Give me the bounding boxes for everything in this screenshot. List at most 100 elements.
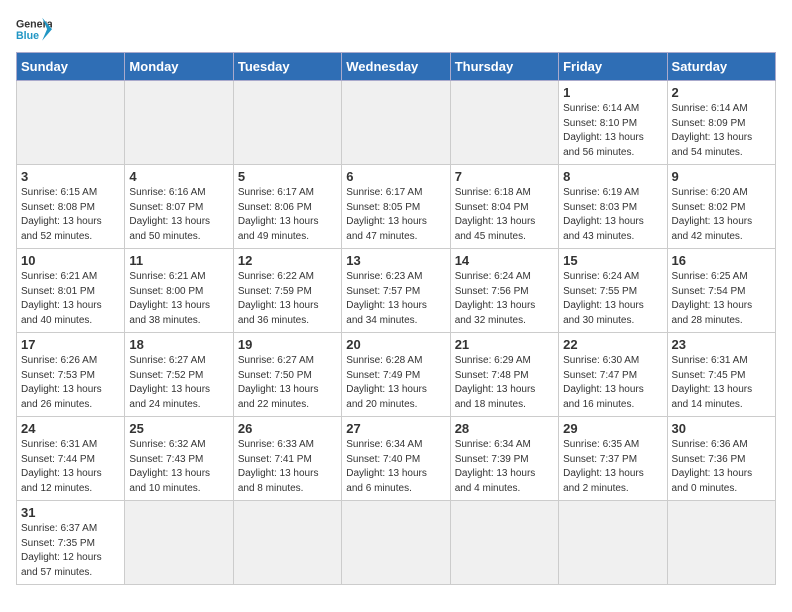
day-info: Sunrise: 6:37 AM Sunset: 7:35 PM Dayligh… <box>21 522 120 580</box>
day-number: 26 <box>238 421 337 436</box>
calendar-cell <box>450 81 558 165</box>
calendar-cell: 14Sunrise: 6:24 AM Sunset: 7:56 PM Dayli… <box>450 249 558 333</box>
col-header-wednesday: Wednesday <box>342 53 450 81</box>
calendar-cell: 31 Sunrise: 6:37 AM Sunset: 7:35 PM Dayli… <box>17 501 125 585</box>
calendar-cell: 13Sunrise: 6:23 AM Sunset: 7:57 PM Dayli… <box>342 249 450 333</box>
calendar-cell: 20 Sunrise: 6:28 AM Sunset: 7:49 PM Dayli… <box>342 333 450 417</box>
day-number: 27 <box>346 421 445 436</box>
calendar-cell: 16Sunrise: 6:25 AM Sunset: 7:54 PM Dayli… <box>667 249 775 333</box>
day-info: Sunrise: 6:21 AM Sunset: 8:01 PM Dayligh… <box>21 270 120 328</box>
calendar-week-5: 24Sunrise: 6:31 AM Sunset: 7:44 PM Dayli… <box>17 417 776 501</box>
col-header-thursday: Thursday <box>450 53 558 81</box>
calendar-cell: 4Sunrise: 6:16 AM Sunset: 8:07 PM Daylig… <box>125 165 233 249</box>
day-number: 29 <box>563 421 662 436</box>
day-number: 15 <box>563 253 662 268</box>
calendar-week-1: 1Sunrise: 6:14 AM Sunset: 8:10 PM Daylig… <box>17 81 776 165</box>
svg-text:Blue: Blue <box>16 30 39 42</box>
calendar-cell: 12Sunrise: 6:22 AM Sunset: 7:59 PM Dayli… <box>233 249 341 333</box>
calendar-cell: 21 Sunrise: 6:29 AM Sunset: 7:48 PM Dayli… <box>450 333 558 417</box>
calendar-cell: 18 Sunrise: 6:27 AM Sunset: 7:52 PM Dayli… <box>125 333 233 417</box>
col-header-saturday: Saturday <box>667 53 775 81</box>
calendar-cell <box>450 501 558 585</box>
calendar-week-6: 31 Sunrise: 6:37 AM Sunset: 7:35 PM Dayli… <box>17 501 776 585</box>
col-header-tuesday: Tuesday <box>233 53 341 81</box>
day-number: 10 <box>21 253 120 268</box>
day-info: Sunrise: 6:28 AM Sunset: 7:49 PM Dayligh… <box>346 354 445 412</box>
page-header: General Blue <box>16 16 776 44</box>
day-info: Sunrise: 6:18 AM Sunset: 8:04 PM Dayligh… <box>455 186 554 244</box>
day-number: 30 <box>672 421 771 436</box>
calendar-cell: 27 Sunrise: 6:34 AM Sunset: 7:40 PM Dayli… <box>342 417 450 501</box>
day-info: Sunrise: 6:23 AM Sunset: 7:57 PM Dayligh… <box>346 270 445 328</box>
day-number: 8 <box>563 169 662 184</box>
day-number: 3 <box>21 169 120 184</box>
calendar-cell <box>125 501 233 585</box>
calendar-cell <box>17 81 125 165</box>
calendar-cell <box>667 501 775 585</box>
col-header-monday: Monday <box>125 53 233 81</box>
day-number: 28 <box>455 421 554 436</box>
day-number: 9 <box>672 169 771 184</box>
day-number: 16 <box>672 253 771 268</box>
day-number: 11 <box>129 253 228 268</box>
day-info: Sunrise: 6:14 AM Sunset: 8:09 PM Dayligh… <box>672 102 771 160</box>
calendar-cell: 1Sunrise: 6:14 AM Sunset: 8:10 PM Daylig… <box>559 81 667 165</box>
day-info: Sunrise: 6:24 AM Sunset: 7:55 PM Dayligh… <box>563 270 662 328</box>
day-info: Sunrise: 6:27 AM Sunset: 7:50 PM Dayligh… <box>238 354 337 412</box>
calendar-cell: 9Sunrise: 6:20 AM Sunset: 8:02 PM Daylig… <box>667 165 775 249</box>
calendar-cell: 30Sunrise: 6:36 AM Sunset: 7:36 PM Dayli… <box>667 417 775 501</box>
day-number: 25 <box>129 421 228 436</box>
day-info: Sunrise: 6:30 AM Sunset: 7:47 PM Dayligh… <box>563 354 662 412</box>
day-number: 20 <box>346 337 445 352</box>
day-info: Sunrise: 6:35 AM Sunset: 7:37 PM Dayligh… <box>563 438 662 496</box>
day-number: 1 <box>563 85 662 100</box>
calendar-cell: 19 Sunrise: 6:27 AM Sunset: 7:50 PM Dayli… <box>233 333 341 417</box>
calendar-cell <box>342 81 450 165</box>
col-header-sunday: Sunday <box>17 53 125 81</box>
calendar-cell: 17 Sunrise: 6:26 AM Sunset: 7:53 PM Dayli… <box>17 333 125 417</box>
day-info: Sunrise: 6:34 AM Sunset: 7:40 PM Dayligh… <box>346 438 445 496</box>
day-number: 22 <box>563 337 662 352</box>
day-number: 19 <box>238 337 337 352</box>
day-info: Sunrise: 6:33 AM Sunset: 7:41 PM Dayligh… <box>238 438 337 496</box>
calendar-cell <box>233 501 341 585</box>
day-number: 17 <box>21 337 120 352</box>
calendar-cell: 28 Sunrise: 6:34 AM Sunset: 7:39 PM Dayli… <box>450 417 558 501</box>
day-number: 31 <box>21 505 120 520</box>
day-info: Sunrise: 6:17 AM Sunset: 8:05 PM Dayligh… <box>346 186 445 244</box>
calendar-week-3: 10 Sunrise: 6:21 AM Sunset: 8:01 PM Dayli… <box>17 249 776 333</box>
day-number: 4 <box>129 169 228 184</box>
day-info: Sunrise: 6:29 AM Sunset: 7:48 PM Dayligh… <box>455 354 554 412</box>
generalblue-logo-icon: General Blue <box>16 16 52 44</box>
day-number: 6 <box>346 169 445 184</box>
day-number: 7 <box>455 169 554 184</box>
calendar-cell: 10 Sunrise: 6:21 AM Sunset: 8:01 PM Dayli… <box>17 249 125 333</box>
day-info: Sunrise: 6:34 AM Sunset: 7:39 PM Dayligh… <box>455 438 554 496</box>
calendar-cell: 25Sunrise: 6:32 AM Sunset: 7:43 PM Dayli… <box>125 417 233 501</box>
col-header-friday: Friday <box>559 53 667 81</box>
day-info: Sunrise: 6:31 AM Sunset: 7:45 PM Dayligh… <box>672 354 771 412</box>
day-number: 14 <box>455 253 554 268</box>
logo: General Blue <box>16 16 52 44</box>
calendar-cell <box>125 81 233 165</box>
calendar-cell <box>559 501 667 585</box>
calendar-cell: 11Sunrise: 6:21 AM Sunset: 8:00 PM Dayli… <box>125 249 233 333</box>
calendar-cell <box>342 501 450 585</box>
day-info: Sunrise: 6:26 AM Sunset: 7:53 PM Dayligh… <box>21 354 120 412</box>
day-info: Sunrise: 6:27 AM Sunset: 7:52 PM Dayligh… <box>129 354 228 412</box>
calendar-header-row: SundayMondayTuesdayWednesdayThursdayFrid… <box>17 53 776 81</box>
day-number: 18 <box>129 337 228 352</box>
day-info: Sunrise: 6:17 AM Sunset: 8:06 PM Dayligh… <box>238 186 337 244</box>
day-number: 21 <box>455 337 554 352</box>
calendar-table: SundayMondayTuesdayWednesdayThursdayFrid… <box>16 52 776 585</box>
day-info: Sunrise: 6:15 AM Sunset: 8:08 PM Dayligh… <box>21 186 120 244</box>
calendar-cell: 29 Sunrise: 6:35 AM Sunset: 7:37 PM Dayli… <box>559 417 667 501</box>
calendar-week-4: 17 Sunrise: 6:26 AM Sunset: 7:53 PM Dayli… <box>17 333 776 417</box>
calendar-cell: 5Sunrise: 6:17 AM Sunset: 8:06 PM Daylig… <box>233 165 341 249</box>
calendar-cell: 23 Sunrise: 6:31 AM Sunset: 7:45 PM Dayli… <box>667 333 775 417</box>
day-number: 24 <box>21 421 120 436</box>
day-info: Sunrise: 6:19 AM Sunset: 8:03 PM Dayligh… <box>563 186 662 244</box>
day-number: 23 <box>672 337 771 352</box>
calendar-week-2: 3 Sunrise: 6:15 AM Sunset: 8:08 PM Daylig… <box>17 165 776 249</box>
calendar-cell: 26 Sunrise: 6:33 AM Sunset: 7:41 PM Dayli… <box>233 417 341 501</box>
